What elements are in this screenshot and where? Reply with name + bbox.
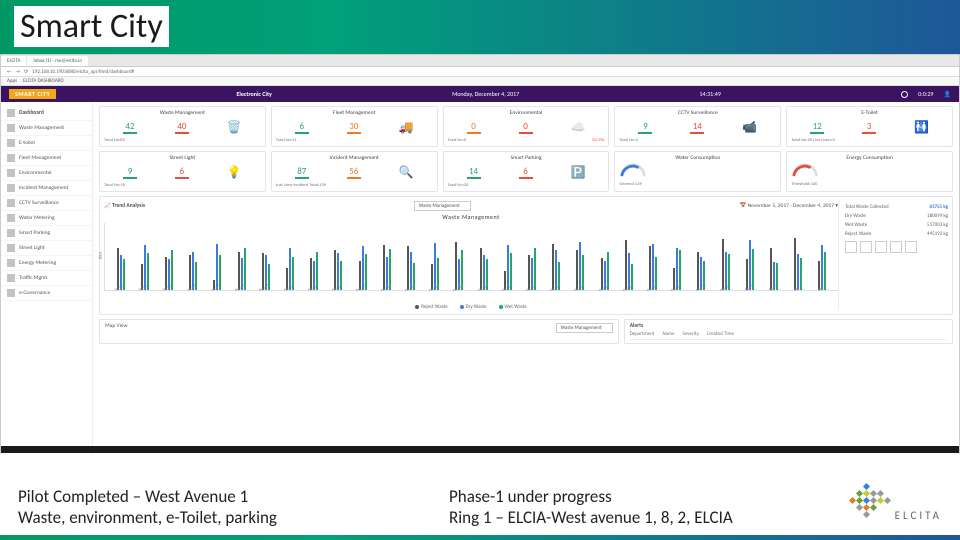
kpi-card[interactable]: Smart Parking146🅿️Total No:20 xyxy=(443,151,610,192)
sidebar-icon xyxy=(7,124,15,132)
nav-forward-icon[interactable]: → xyxy=(16,69,21,75)
trend-daterange[interactable]: 📅 November 5, 2017 - December 4, 2017 ▾ xyxy=(739,203,838,209)
reload-icon[interactable]: ⟳ xyxy=(24,69,28,75)
main-content: Waste Management4240🗑️Total No:82Fleet M… xyxy=(93,102,959,455)
card-icon: 💡 xyxy=(227,165,242,180)
sidebar-item[interactable]: Energy Metering xyxy=(1,256,92,271)
sidebar-icon xyxy=(7,109,15,117)
card-icon: 🔍 xyxy=(399,165,414,180)
browser-window: ELCITA Inbox (1) - me@elcita.in ← → ⟳ 19… xyxy=(0,54,960,454)
browser-tab[interactable]: ELCITA xyxy=(1,56,26,66)
card-icon: 📹 xyxy=(742,120,757,135)
alerts-header-row: DepartmentNameSeverityCreated Time xyxy=(630,331,947,340)
sidebar-icon xyxy=(7,199,15,207)
y-axis-label: Bins xyxy=(98,252,103,260)
sidebar-item[interactable]: Waste Management xyxy=(1,121,92,136)
sidebar-icon xyxy=(7,274,15,282)
alerts-title: Alerts xyxy=(630,323,644,329)
card-icon: 🚚 xyxy=(399,120,414,135)
alerts-panel: Alerts DepartmentNameSeverityCreated Tim… xyxy=(624,319,953,344)
kpi-card[interactable]: Energy ConsumptionThreshold:100 xyxy=(786,151,953,192)
card-icon: 🗑️ xyxy=(227,120,242,135)
card-icon: 🅿️ xyxy=(570,165,585,180)
kpi-card[interactable]: Waste Management4240🗑️Total No:82 xyxy=(99,106,266,147)
sidebar-icon xyxy=(7,214,15,222)
map-view-panel: Map View Waste Management xyxy=(99,319,619,344)
sidebar-item[interactable]: CCTV Surveillance xyxy=(1,196,92,211)
footer-right-line2: Ring 1 – ELCIA-West avenue 1, 8, 2, ELCI… xyxy=(449,507,840,528)
kpi-card[interactable]: Water ConsumptionGeneral:139 xyxy=(614,151,781,192)
windows-taskbar[interactable] xyxy=(1,446,959,453)
chart-icon: 📈 xyxy=(104,203,111,209)
user-icon[interactable]: 👤 xyxy=(943,90,950,98)
footer-left-line1: Pilot Completed – West Avenue 1 xyxy=(18,486,409,507)
kpi-card[interactable]: Incident Management8756🔍Just Now Inciden… xyxy=(271,151,438,192)
kpi-card[interactable]: Environmental00☁️Total No:0ELCITA xyxy=(443,106,610,147)
kpi-card[interactable]: Street Light96💡Total No:16 xyxy=(99,151,266,192)
bookmarks-bar: Apps ELCITA DASHBOARD xyxy=(1,77,959,86)
kpi-card[interactable]: Fleet Management630🚚Total No:11 xyxy=(271,106,438,147)
app-location: Electronic City xyxy=(236,90,271,98)
sidebar-icon xyxy=(7,244,15,252)
trend-summary: Total Waste Collected83755 kg Dry Waste1… xyxy=(838,201,948,310)
map-category-select[interactable]: Waste Management xyxy=(556,323,613,333)
footer-right-line1: Phase-1 under progress xyxy=(449,486,840,507)
slide-title: Smart City xyxy=(14,6,169,47)
sidebar-item[interactable]: Fleet Management xyxy=(1,151,92,166)
sidebar-item[interactable]: e-Governance xyxy=(1,286,92,301)
sidebar-item[interactable]: Street Light xyxy=(1,241,92,256)
apps-icon[interactable]: Apps xyxy=(7,78,17,84)
kpi-row-1: Waste Management4240🗑️Total No:82Fleet M… xyxy=(99,106,953,147)
app-timer: 0:0:29 xyxy=(918,90,933,98)
chart-title: Waste Management xyxy=(104,213,838,221)
sidebar-icon xyxy=(7,184,15,192)
kpi-card[interactable]: CCTV Surveillance914📹Total No:3 xyxy=(614,106,781,147)
kpi-card[interactable]: E-Toilet123🚻Total No:26 Live Users:0 xyxy=(786,106,953,147)
export-icons[interactable] xyxy=(845,241,948,253)
sidebar-item[interactable]: Water Metering xyxy=(1,211,92,226)
calendar-icon: 📅 xyxy=(739,203,746,209)
app-date: Monday, December 4, 2017 xyxy=(452,90,519,98)
map-view-title: Map View xyxy=(105,323,128,329)
slide-footer-bar xyxy=(0,535,960,540)
sidebar-icon xyxy=(7,139,15,147)
sidebar-icon xyxy=(7,259,15,267)
sidebar-icon xyxy=(7,154,15,162)
sidebar-item[interactable]: E-toilet xyxy=(1,136,92,151)
x-axis: Nov 5Nov 6Nov 7Nov 8Nov 9Nov 10Nov 11Nov… xyxy=(104,291,838,298)
elcita-logo-text: ELCITA xyxy=(895,509,942,522)
card-icon: 🚻 xyxy=(914,120,929,135)
app-topbar: SMART CITY Electronic City Monday, Decem… xyxy=(1,86,959,102)
elcita-logo: ELCITA xyxy=(850,484,940,520)
url-text: 192.168.10.190:8080/elcita_api/html/dash… xyxy=(32,69,134,75)
browser-tab[interactable]: Inbox (1) - me@elcita.in xyxy=(27,56,88,66)
slide-header: Smart City xyxy=(0,0,960,54)
sidebar-item[interactable]: Traffic Mgmt. xyxy=(1,271,92,286)
nav-back-icon[interactable]: ← xyxy=(7,69,12,75)
waste-bar-chart: Bins xyxy=(104,223,838,291)
sidebar-item[interactable]: Environmental xyxy=(1,166,92,181)
trend-category-select[interactable]: Waste Management xyxy=(414,201,471,211)
card-icon: ☁️ xyxy=(570,120,585,135)
sidebar-item[interactable]: Incident Management xyxy=(1,181,92,196)
sidebar-icon xyxy=(7,169,15,177)
app-body: DashboardWaste ManagementE-toiletFleet M… xyxy=(1,102,959,455)
trend-label: Trend Analysis xyxy=(112,203,145,209)
app-brand: SMART CITY xyxy=(9,89,56,99)
kpi-row-2: Street Light96💡Total No:16Incident Manag… xyxy=(99,151,953,192)
sidebar-item[interactable]: Smart Parking xyxy=(1,226,92,241)
app-time: 14:31:49 xyxy=(699,90,720,98)
sidebar: DashboardWaste ManagementE-toiletFleet M… xyxy=(1,102,93,455)
sidebar-icon xyxy=(7,229,15,237)
address-bar[interactable]: ← → ⟳ 192.168.10.190:8080/elcita_api/htm… xyxy=(1,67,959,77)
browser-tabstrip: ELCITA Inbox (1) - me@elcita.in xyxy=(1,55,959,67)
sidebar-item[interactable]: Dashboard xyxy=(1,106,92,121)
chart-legend: Reject WasteDry WasteWet Waste xyxy=(104,304,838,310)
sidebar-icon xyxy=(7,289,15,297)
bookmark-link[interactable]: ELCITA DASHBOARD xyxy=(23,78,63,84)
footer-left-line2: Waste, environment, e-Toilet, parking xyxy=(18,507,409,528)
slide-footer-text: Pilot Completed – West Avenue 1 Waste, e… xyxy=(18,486,840,529)
trend-analysis-panel: 📈 Trend Analysis Waste Management 📅 Nove… xyxy=(99,196,953,315)
clock-icon xyxy=(901,91,908,98)
